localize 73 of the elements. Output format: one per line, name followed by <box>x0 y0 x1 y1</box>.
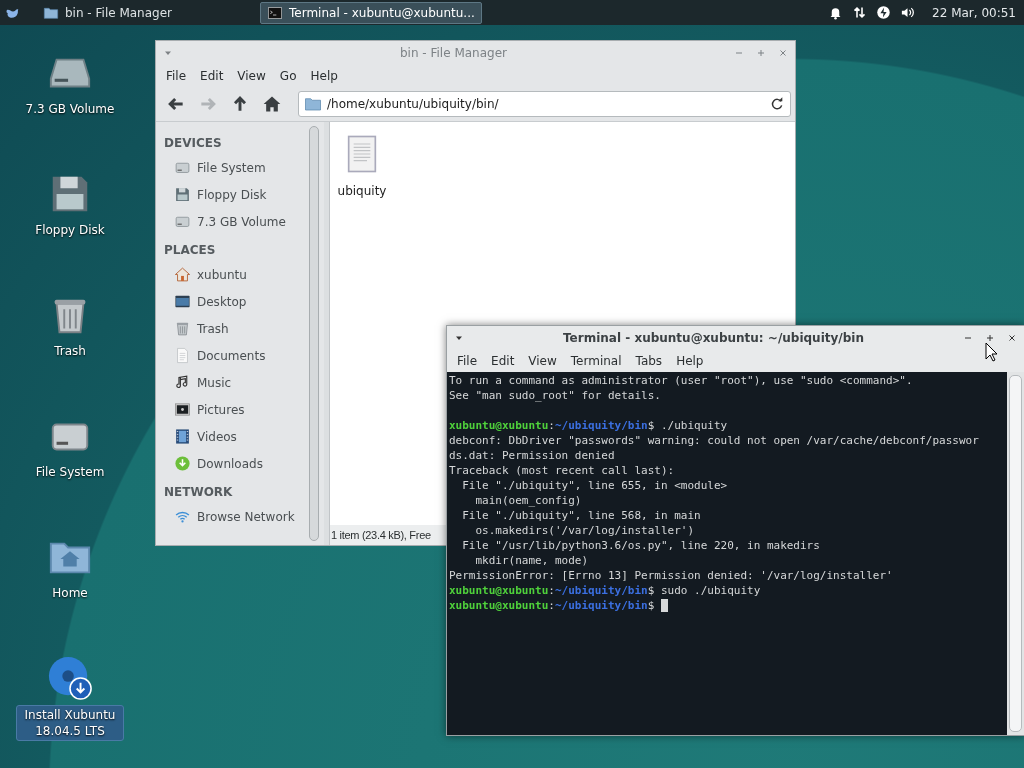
terminal-line: See "man sudo_root" for details. <box>449 388 661 403</box>
mouse-pointer-icon <box>985 342 999 362</box>
menu-item[interactable]: File <box>159 67 194 85</box>
clock[interactable]: 22 Mar, 00:51 <box>932 5 1016 20</box>
maximize-icon[interactable] <box>984 332 996 344</box>
location-bar[interactable]: /home/xubuntu/ubiquity/bin/ <box>298 91 791 117</box>
sidebar-item[interactable]: Documents <box>164 342 304 369</box>
document-icon <box>174 347 191 364</box>
trash-icon <box>174 320 191 337</box>
monitor-icon <box>174 293 191 310</box>
menu-item[interactable]: Go <box>272 67 304 85</box>
scrollbar[interactable] <box>309 126 319 541</box>
terminal-line: xubuntu@xubuntu:~/ubiquity/bin$ sudo ./ubiquity <box>449 583 761 598</box>
menu-item[interactable]: View <box>230 67 273 85</box>
sidebar-item[interactable]: Trash <box>164 315 304 342</box>
terminal-icon <box>267 4 283 21</box>
terminal-line: os.makedirs('/var/log/installer') <box>474 523 695 538</box>
picture-icon <box>174 401 191 418</box>
volume-icon[interactable] <box>900 5 916 20</box>
terminal-line: PermissionError: [Errno 13] Permission denied: '/var/log/installer' <box>449 568 893 583</box>
sidebar-heading: DEVICES <box>164 135 223 152</box>
menu-item[interactable]: Tabs <box>628 352 670 370</box>
up-down-arrows-icon[interactable] <box>852 5 868 20</box>
sidebar-item[interactable]: Videos <box>164 423 304 450</box>
sidebar-item[interactable]: Pictures <box>164 396 304 423</box>
menu-item[interactable]: Terminal <box>563 352 629 370</box>
menu-item[interactable]: File <box>450 352 485 370</box>
sidebar-item[interactable]: Downloads <box>164 450 304 477</box>
desktop-icon-label[interactable]: Home <box>49 584 91 602</box>
reload-icon[interactable] <box>769 96 785 112</box>
scrollbar[interactable] <box>1007 372 1024 735</box>
folder-icon <box>304 95 322 113</box>
desktop-icon-label[interactable]: File System <box>32 463 108 481</box>
desktop-icon-label[interactable]: Trash <box>51 342 89 360</box>
menu-item[interactable]: Help <box>303 67 345 85</box>
terminal-line: xubuntu@xubuntu:~/ubiquity/bin$ ./ubiquity <box>449 418 728 433</box>
terminal-line: debconf: DbDriver "passwords" warning: could not open /var/cache/debconf/passwor <box>449 433 979 448</box>
sidebar-item[interactable]: Desktop <box>164 288 304 315</box>
taskbar-task[interactable]: bin - File Manager <box>36 1 220 24</box>
terminal-line: ds.dat: Permission denied <box>449 448 615 463</box>
sidebar-item[interactable]: Music <box>164 369 304 396</box>
desktop-icon-label[interactable]: Floppy Disk <box>32 221 108 239</box>
terminal-line: File "./ubiquity", line 568, in main <box>461 508 701 523</box>
menu-item[interactable]: View <box>521 352 564 370</box>
terminal-line: main(oem_config) <box>474 493 582 508</box>
sidebar-item[interactable]: xubuntu <box>164 261 304 288</box>
menu-item[interactable]: Edit <box>193 67 231 85</box>
terminal-line: To run a command as administrator (user "root"), use "sudo <command>". <box>449 373 913 388</box>
house-icon <box>174 266 191 283</box>
sidebar-item[interactable]: 7.3 GB Volume <box>164 208 304 235</box>
window-title: Terminal - xubuntu@xubuntu: ~/ubiquity/bin <box>562 331 865 345</box>
sidebar-item[interactable]: Browse Network <box>164 503 304 530</box>
sidebar-item[interactable]: Floppy Disk <box>164 181 304 208</box>
disc-icon[interactable] <box>47 655 93 701</box>
menu-item[interactable]: Help <box>669 352 711 370</box>
house-icon <box>262 94 282 114</box>
grid-item[interactable]: ubiquity <box>338 132 386 198</box>
desktop-icon-label[interactable]: 7.3 GB Volume <box>22 100 118 118</box>
lightning-icon[interactable] <box>876 5 892 20</box>
terminal-line: xubuntu@xubuntu:~/ubiquity/bin$ <box>449 598 655 613</box>
desktop-icon-label[interactable]: Install Xubuntu 18.04.5 LTS <box>16 705 124 741</box>
menu-item[interactable]: Edit <box>484 352 522 370</box>
sidebar-heading: PLACES <box>164 242 217 259</box>
window-title: bin - File Manager <box>399 46 508 60</box>
sidebar-heading: NETWORK <box>164 484 234 501</box>
sidebar-item[interactable]: File System <box>164 154 304 181</box>
location-field[interactable]: /home/xubuntu/ubiquity/bin/ <box>327 97 764 111</box>
film-icon <box>174 428 191 445</box>
terminal-line: mkdir(name, mode) <box>474 553 589 568</box>
terminal-line: Traceback (most recent call last): <box>449 463 675 478</box>
terminal-line: File "./ubiquity", line 655, in <module> <box>461 478 728 493</box>
download-icon <box>174 455 191 472</box>
taskbar-task[interactable]: Terminal - xubuntu@xubuntu... <box>260 1 482 24</box>
